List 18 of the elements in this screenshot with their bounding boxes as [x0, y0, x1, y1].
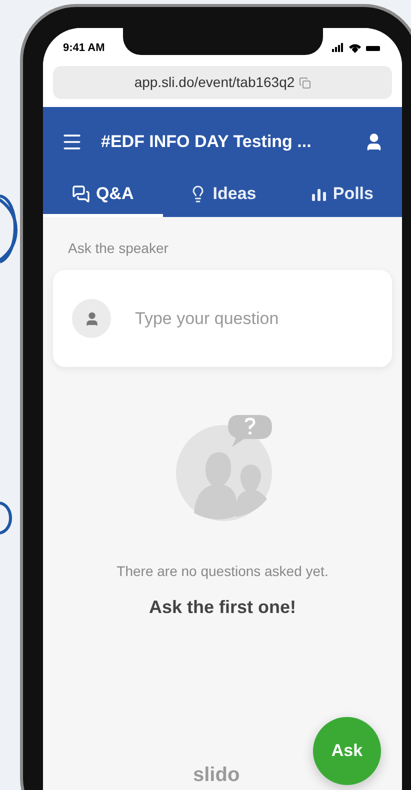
tab[interactable]: Polls — [282, 177, 402, 217]
bar-chart-icon — [310, 186, 327, 200]
chat-icon — [72, 184, 90, 202]
status-icons — [332, 43, 382, 53]
status-time: 9:41 AM — [63, 40, 105, 56]
brand-logo: slido — [193, 763, 240, 788]
avatar-icon — [72, 299, 111, 338]
section-label: Ask the speaker — [68, 239, 170, 258]
tab[interactable]: Ideas — [162, 177, 282, 217]
tab[interactable]: Q&A — [43, 177, 163, 217]
event-title: #EDF INFO DAY Testing ... — [101, 131, 312, 154]
question-field[interactable]: Type your question — [135, 306, 373, 332]
empty-message: There are no questions asked yet. — [116, 562, 328, 581]
decorative-arc — [0, 500, 12, 536]
url-bar[interactable]: app.sli.do/event/tab163q2 — [53, 66, 392, 99]
empty-prompt: Ask the first one! — [148, 596, 296, 619]
copy-icon — [298, 76, 311, 88]
question-card[interactable]: Type your question — [53, 270, 392, 367]
